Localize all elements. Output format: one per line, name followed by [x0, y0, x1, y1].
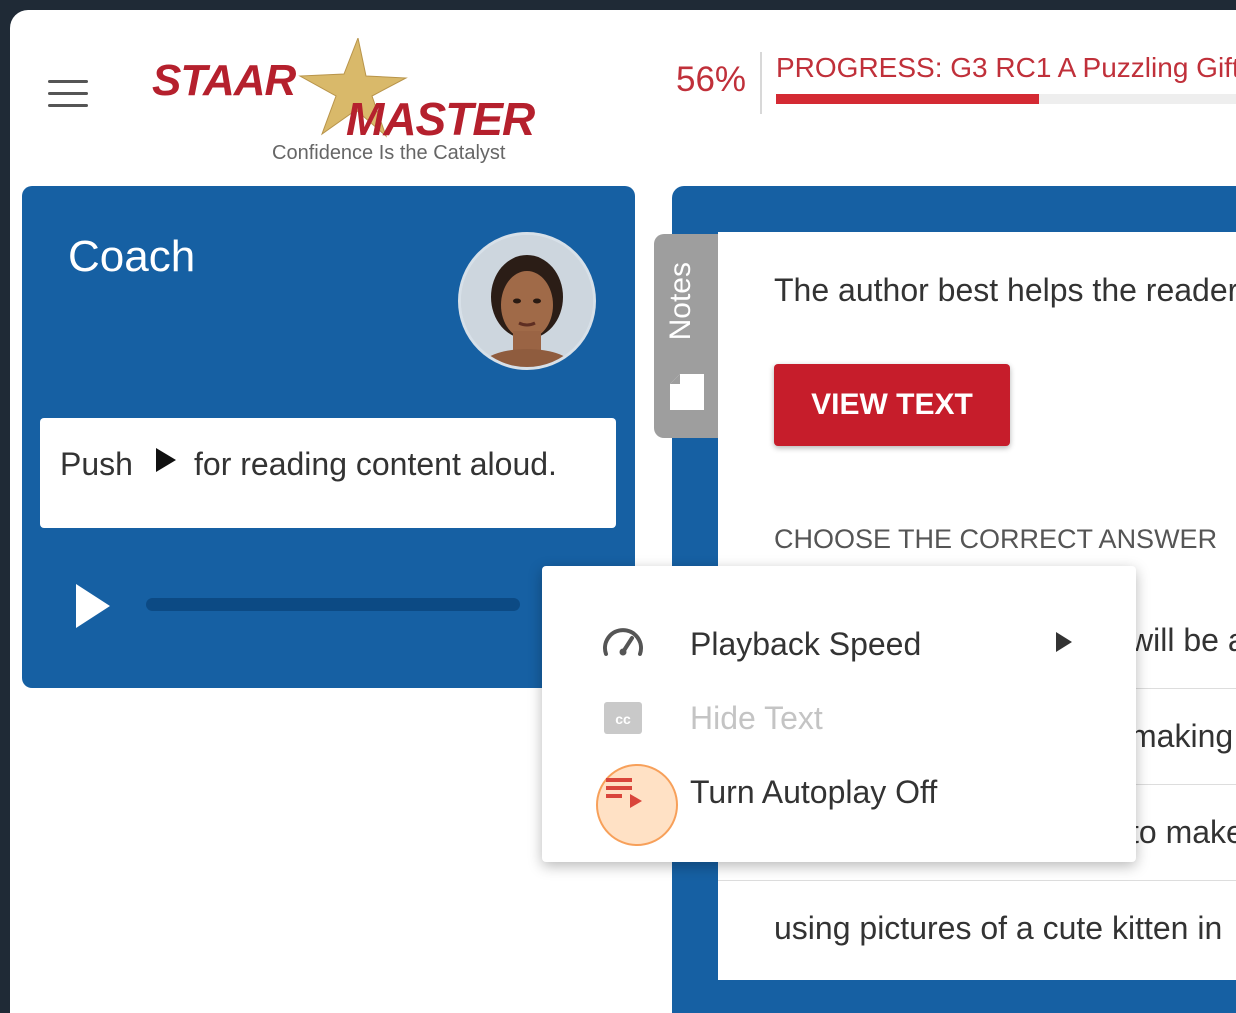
speedometer-icon: [603, 628, 643, 656]
coach-message: Push for reading content aloud.: [40, 418, 616, 528]
logo-word-staar: STAAR: [152, 56, 296, 105]
answer-option-4[interactable]: using pictures of a cute kitten in: [718, 884, 1236, 976]
question-prompt: The author best helps the reader: [774, 272, 1236, 308]
play-icon[interactable]: [76, 584, 110, 628]
note-icon: [670, 374, 704, 410]
answer-option-text: will be a: [1130, 622, 1236, 658]
answer-option-text: making: [1130, 718, 1234, 754]
coach-avatar: [458, 232, 596, 370]
menu-item-turn-autoplay-off[interactable]: Turn Autoplay Off: [542, 758, 1136, 824]
menu-item-label: Playback Speed: [690, 626, 922, 662]
coach-message-prefix: Push: [60, 446, 133, 482]
progress-percent: 56%: [676, 60, 747, 99]
notes-tab[interactable]: Notes: [654, 234, 718, 438]
coach-title: Coach: [68, 232, 196, 281]
menu-item-hide-text: cc Hide Text: [542, 684, 1136, 750]
answer-option-text: using pictures of a cute kitten in: [774, 910, 1223, 946]
svg-text:cc: cc: [615, 711, 631, 727]
menu-item-label: Hide Text: [690, 700, 823, 736]
play-triangle-icon: [156, 448, 176, 472]
logo-tagline: Confidence Is the Catalyst: [272, 142, 506, 164]
audio-options-menu: Playback Speed cc Hide Text Turn Autopla…: [542, 566, 1136, 862]
progress-label: PROGRESS: G3 RC1 A Puzzling Gift: [776, 52, 1236, 83]
notes-tab-label: Notes: [664, 262, 697, 341]
submenu-arrow-icon: [1056, 632, 1072, 652]
coach-message-suffix: for reading content aloud.: [194, 446, 557, 482]
progress-divider: [760, 52, 762, 114]
closed-caption-icon: cc: [604, 702, 642, 734]
app-window: STAAR MASTER Confidence Is the Catalyst …: [10, 10, 1236, 1013]
menu-item-playback-speed[interactable]: Playback Speed: [542, 610, 1136, 676]
progress-bar-fill: [776, 94, 1040, 104]
menu-item-label: Turn Autoplay Off: [690, 774, 938, 810]
choose-answer-label: CHOOSE THE CORRECT ANSWER: [774, 524, 1218, 554]
staar-master-logo: STAAR MASTER Confidence Is the Catalyst: [150, 28, 570, 168]
hamburger-menu-icon[interactable]: [46, 76, 92, 112]
logo-word-master: MASTER: [346, 93, 535, 145]
view-text-button[interactable]: VIEW TEXT: [774, 364, 1010, 446]
answer-option-text: to make: [1130, 814, 1236, 850]
audio-progress-track[interactable]: [146, 598, 520, 611]
playlist-play-icon: [606, 778, 642, 808]
progress-bar: [776, 94, 1236, 104]
